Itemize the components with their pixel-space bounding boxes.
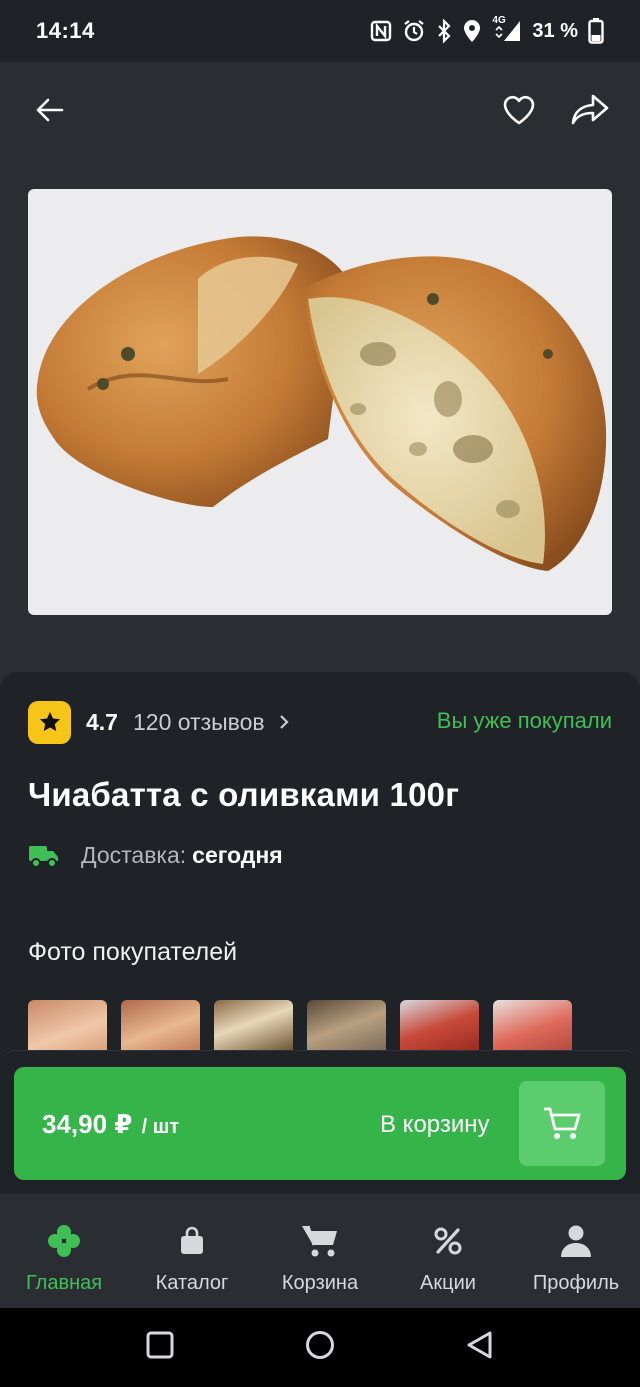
add-to-cart-button[interactable]: 34,90 ₽ / шт В корзину xyxy=(14,1067,626,1180)
square-icon xyxy=(146,1331,174,1359)
triangle-back-icon xyxy=(467,1331,492,1359)
bluetooth-icon xyxy=(436,19,452,43)
cart-icon xyxy=(544,1107,581,1139)
cart-panel: 34,90 ₽ / шт В корзину xyxy=(0,1050,640,1194)
nfc-icon xyxy=(370,20,392,42)
back-arrow-icon xyxy=(36,98,64,122)
customer-photo[interactable] xyxy=(400,1000,479,1052)
chevron-right-icon xyxy=(279,714,289,730)
favorite-button[interactable] xyxy=(493,84,545,136)
customer-photo[interactable] xyxy=(493,1000,572,1052)
system-navigation-bar xyxy=(0,1308,640,1387)
add-to-cart-label: В корзину xyxy=(380,1111,490,1138)
customer-photo[interactable] xyxy=(121,1000,200,1052)
customer-photo[interactable] xyxy=(28,1000,107,1052)
share-button[interactable] xyxy=(564,84,616,136)
customer-photos-list xyxy=(28,1000,572,1052)
back-button[interactable] xyxy=(24,84,76,136)
customer-photo[interactable] xyxy=(307,1000,386,1052)
circle-icon xyxy=(305,1331,334,1359)
nav-label: Корзина xyxy=(281,1272,359,1294)
battery-percent: 31 % xyxy=(532,19,578,42)
status-bar: 14:14 4G 31 % xyxy=(0,0,640,62)
delivery-info: Доставка: сегодня xyxy=(28,842,283,869)
rating-row[interactable]: 4.7 120 отзывов Вы уже покупали xyxy=(28,700,612,744)
price-value: 34,90 ₽ xyxy=(42,1109,133,1139)
bottom-navigation: Главная Каталог Корзина Акции Профиль xyxy=(0,1194,640,1308)
nav-catalog[interactable]: Каталог xyxy=(128,1194,256,1308)
cart-icon xyxy=(301,1222,339,1260)
price-unit: / шт xyxy=(141,1116,180,1138)
customer-photos-heading: Фото покупателей xyxy=(28,938,238,966)
nav-home[interactable]: Главная xyxy=(0,1194,128,1308)
nav-label: Профиль xyxy=(532,1272,620,1294)
battery-icon xyxy=(588,18,604,44)
alarm-icon xyxy=(402,19,426,43)
customer-photo[interactable] xyxy=(214,1000,293,1052)
already-bought-badge: Вы уже покупали xyxy=(436,708,612,733)
price: 34,90 ₽ / шт xyxy=(42,1109,179,1140)
nav-profile[interactable]: Профиль xyxy=(512,1194,640,1308)
nav-label: Главная xyxy=(25,1272,103,1294)
product-title: Чиабатта с оливками 100г xyxy=(28,776,460,813)
location-icon xyxy=(462,19,482,43)
status-icons: 4G 31 % xyxy=(370,15,604,44)
delivery-value: сегодня xyxy=(192,842,283,868)
percent-icon xyxy=(433,1222,463,1260)
signal-icon: 4G xyxy=(492,15,522,43)
truck-icon xyxy=(29,845,58,868)
recents-button[interactable] xyxy=(145,1330,175,1365)
rating-badge xyxy=(28,700,71,744)
clover-icon xyxy=(47,1222,81,1260)
top-bar xyxy=(0,84,640,140)
nav-label: Каталог xyxy=(155,1272,229,1294)
reviews-count[interactable]: 120 отзывов xyxy=(133,709,265,736)
product-screen: 4.7 120 отзывов Вы уже покупали Чиабатта… xyxy=(0,62,640,1308)
person-icon xyxy=(560,1222,592,1260)
ciabatta-bread-photo xyxy=(36,236,607,571)
back-nav-button[interactable] xyxy=(465,1330,495,1365)
network-type: 4G xyxy=(492,15,506,26)
product-image[interactable] xyxy=(28,189,612,615)
delivery-label: Доставка: xyxy=(81,842,187,868)
home-button[interactable] xyxy=(304,1329,336,1366)
nav-cart[interactable]: Корзина xyxy=(256,1194,384,1308)
bag-icon xyxy=(179,1222,205,1260)
share-icon xyxy=(571,94,609,125)
star-icon xyxy=(39,712,60,732)
heart-icon xyxy=(503,95,535,125)
nav-label: Акции xyxy=(420,1272,476,1294)
nav-promotions[interactable]: Акции xyxy=(384,1194,512,1308)
status-time: 14:14 xyxy=(36,18,95,43)
rating-value: 4.7 xyxy=(86,708,118,735)
cart-icon-box xyxy=(519,1081,605,1166)
